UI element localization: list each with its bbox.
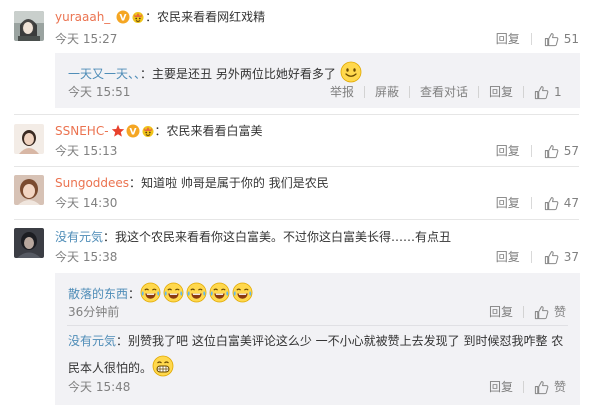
reply-button[interactable]: 回复 (479, 304, 523, 320)
reply-text: 民本人很怕的。 (68, 361, 153, 375)
avatar[interactable] (14, 175, 44, 205)
reply-button[interactable]: 回复 (485, 143, 531, 159)
comment-actions: 回复 37 (485, 249, 579, 265)
reply-username-link[interactable]: 没有元気 (68, 334, 116, 348)
avatar[interactable] (14, 124, 44, 154)
like-count: 47 (563, 196, 579, 210)
like-count: 1 (554, 85, 562, 99)
like-button[interactable]: 51 (532, 31, 579, 47)
username-link[interactable]: 没有元気 (55, 230, 103, 244)
comment-text: 农民来看看网红戏精 (157, 10, 266, 24)
block-button[interactable]: 屏蔽 (365, 84, 409, 100)
thumb-up-icon (534, 305, 549, 320)
reply-text-line: 一天又一天、、：主要是还丑 另外两位比她好看多了 (68, 61, 362, 83)
like-button[interactable]: 1 (524, 84, 568, 100)
thumb-up-icon (544, 250, 559, 265)
comment-text: 我这个农民来看看你这白富美。不过你这白富美长得……有点丑 (115, 230, 452, 244)
like-button[interactable]: 赞 (524, 304, 568, 320)
colon: ： (140, 67, 153, 81)
reply-actions: 回复 赞 (479, 304, 568, 320)
thumb-up-icon (534, 85, 549, 100)
thumb-up-icon (544, 32, 559, 47)
avatar[interactable] (14, 11, 44, 41)
vip-badge-icon (116, 10, 130, 24)
reply-button[interactable]: 回复 (479, 379, 523, 395)
reply-text: 主要是还丑 另外两位比她好看多了 (152, 67, 336, 81)
comment-text-line: yuraaah_ ：农民来看看网红戏精 (55, 9, 265, 25)
comment-text: 农民来看看白富美 (166, 124, 263, 138)
reply-username-link[interactable]: 一天又一天、、 (68, 67, 140, 81)
comment-item: yuraaah_ ：农民来看看网红戏精 今天 15:27 回复 51 一天又一天… (0, 0, 593, 115)
report-button[interactable]: 举报 (320, 84, 364, 100)
vip-badge-icon (126, 124, 140, 138)
laugh-cry-emoji-icon (232, 282, 253, 303)
like-label: 赞 (554, 380, 567, 394)
comment-text-line: Sungoddees：知道啦 帅哥是属于你的 我们是农民 (55, 175, 329, 191)
comment-item: Sungoddees：知道啦 帅哥是属于你的 我们是农民 今天 14:30 回复… (0, 167, 593, 219)
reply-text-line: 散落的东西： (68, 282, 253, 303)
laugh-cry-emoji-icon (186, 282, 207, 303)
reply-button[interactable]: 回复 (479, 84, 523, 100)
thumb-up-icon (544, 196, 559, 211)
crown-badge-icon (131, 10, 145, 24)
reply-actions: 回复 赞 (479, 379, 568, 395)
reply-text: 别赞我了吧 这位白富美评论这么少 一不小心就被赞上去发现了 到时候怼我咋整 农 (128, 334, 564, 348)
reply-text-line-2: 民本人很怕的。 (68, 355, 174, 377)
reply-divider (67, 325, 568, 326)
like-button[interactable]: 赞 (524, 379, 568, 395)
like-button[interactable]: 57 (532, 143, 579, 159)
like-count: 51 (563, 32, 579, 46)
like-button[interactable]: 37 (532, 249, 579, 265)
view-conversation-button[interactable]: 查看对话 (410, 84, 478, 100)
comment-actions: 回复 57 (485, 143, 579, 159)
laugh-cry-emoji-icon (209, 282, 230, 303)
colon: ： (128, 287, 141, 301)
colon: ： (103, 230, 116, 244)
timestamp: 今天 15:38 (55, 250, 118, 264)
colon: ： (129, 176, 142, 190)
timestamp: 今天 14:30 (55, 196, 118, 210)
like-button[interactable]: 47 (532, 195, 579, 211)
reply-button[interactable]: 回复 (485, 31, 531, 47)
avatar[interactable] (14, 228, 44, 258)
timestamp: 今天 15:13 (55, 144, 118, 158)
comment-actions: 回复 47 (485, 195, 579, 211)
comment-actions: 回复 51 (485, 31, 579, 47)
reply-timestamp: 今天 15:48 (68, 380, 131, 394)
comment-text-line: SSNEHC- ：农民来看看白富美 (55, 123, 263, 139)
reply-timestamp: 今天 15:51 (68, 85, 131, 99)
colon: ： (154, 124, 167, 138)
comment-item: 没有元気：我这个农民来看看你这白富美。不过你这白富美长得……有点丑 今天 15:… (0, 220, 593, 417)
colon: ： (116, 334, 129, 348)
reply-text-line: 没有元気：别赞我了吧 这位白富美评论这么少 一不小心就被赞上去发现了 到时候怼我… (68, 333, 563, 349)
crown-badge-icon (141, 124, 155, 138)
comment-text: 知道啦 帅哥是属于你的 我们是农民 (141, 176, 329, 190)
smile-emoji-icon (340, 61, 362, 83)
grin-emoji-icon (152, 355, 174, 377)
reply-username-link[interactable]: 散落的东西 (68, 287, 128, 301)
reply-button[interactable]: 回复 (485, 249, 531, 265)
laugh-cry-emoji-icon (163, 282, 184, 303)
thumb-up-icon (534, 380, 549, 395)
star-badge-icon (111, 124, 124, 137)
reply-box: 散落的东西： 36分钟前 回复 赞 没有元気：别赞我了吧 这位白富美评论这么少 … (55, 273, 580, 405)
thumb-up-icon (544, 144, 559, 159)
reply-timestamp: 36分钟前 (68, 305, 120, 319)
reply-actions: 举报 屏蔽 查看对话 回复 1 (320, 84, 568, 100)
like-label: 赞 (554, 305, 567, 319)
timestamp: 今天 15:27 (55, 32, 118, 46)
colon: ： (145, 10, 158, 24)
comment-item: SSNEHC- ：农民来看看白富美 今天 15:13 回复 57 (0, 115, 593, 165)
reply-box: 一天又一天、、：主要是还丑 另外两位比她好看多了 今天 15:51 举报 屏蔽 … (55, 53, 580, 108)
username-link[interactable]: SSNEHC- (55, 124, 109, 138)
like-count: 57 (563, 144, 579, 158)
reply-button[interactable]: 回复 (485, 195, 531, 211)
laugh-cry-emoji-icon (140, 282, 161, 303)
username-link[interactable]: yuraaah_ (55, 10, 110, 24)
comment-text-line: 没有元気：我这个农民来看看你这白富美。不过你这白富美长得……有点丑 (55, 229, 451, 245)
like-count: 37 (563, 250, 579, 264)
username-link[interactable]: Sungoddees (55, 176, 129, 190)
